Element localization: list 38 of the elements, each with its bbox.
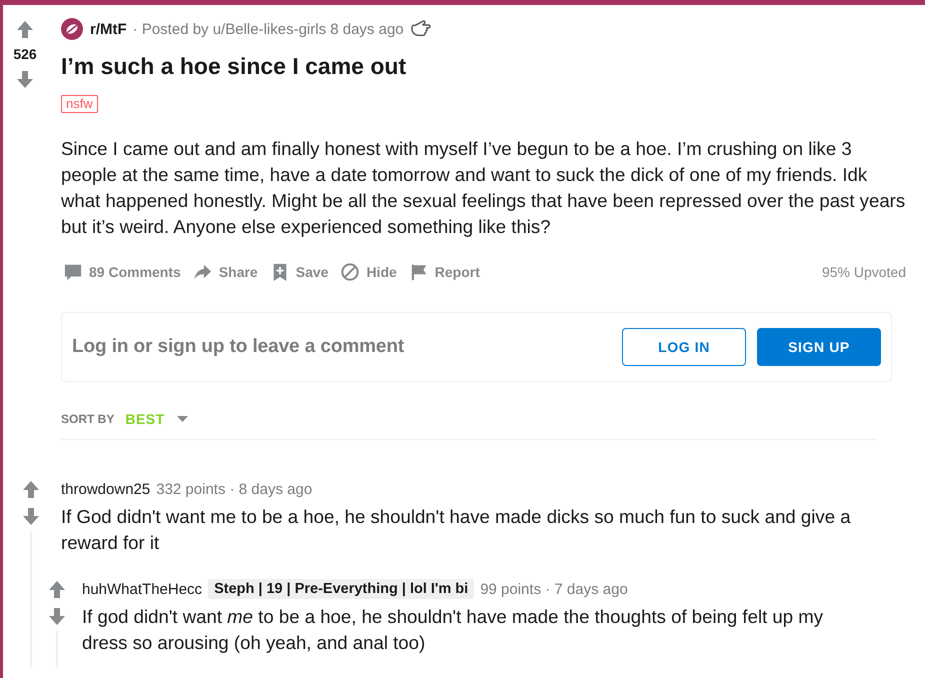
hide-icon — [341, 263, 360, 281]
flag-icon — [410, 263, 428, 281]
comment-meta: 332 points · 8 days ago — [156, 480, 312, 498]
sort-label: SORT BY — [61, 412, 114, 426]
sort-dropdown[interactable]: BEST — [125, 411, 188, 427]
sign-up-button[interactable]: SIGN UP — [757, 328, 881, 366]
post-byline: · Posted by u/Belle-likes-girls 8 days ago — [132, 20, 404, 38]
comment-text: If god didn't want me to be a hoe, he shouldn't have made the thoughts of being felt up my dress so arousing (oh yeah, and anal too) — [81, 605, 824, 655]
upvote-ratio: 95% Upvoted — [822, 264, 906, 280]
downvote-icon[interactable] — [17, 71, 33, 88]
report-button[interactable]: Report — [406, 259, 483, 285]
upvote-icon[interactable] — [49, 581, 65, 598]
subreddit-link[interactable]: r/MtF — [90, 20, 127, 38]
share-icon — [194, 263, 212, 281]
post-title: I’m such a hoe since I came out — [61, 52, 408, 81]
nsfw-tag: nsfw — [61, 95, 98, 113]
log-in-button[interactable]: LOG IN — [622, 328, 746, 366]
caret-icon — [176, 416, 188, 422]
vote-score: 526 — [13, 47, 37, 62]
bookmark-plus-icon — [270, 263, 289, 281]
comment-author[interactable]: huhWhatTheHecc — [82, 580, 202, 598]
post-body: Since I came out and am finally honest with myself I’ve begun to be a hoe. I’m crushing on like 3 people at the same time, have a date tomorrow and want to suck the dick of one of my friends. Idk what happened honestly. Might be all the sexual feelings that have been repressed over the past years but it’s weird. Anyone else experienced something like this? — [61, 137, 906, 239]
save-button[interactable]: Save — [268, 259, 332, 285]
downvote-icon[interactable] — [23, 508, 39, 525]
comments-button[interactable]: 89 Comments — [61, 259, 184, 285]
hide-button[interactable]: Hide — [338, 259, 400, 285]
upvote-icon[interactable] — [17, 21, 33, 38]
comment-text: If God didn't want me to be a hoe, he shouldn't have made dicks so much fun to suck and give a reward for it — [60, 505, 852, 555]
pointing-hand-icon — [410, 19, 432, 39]
community-icon[interactable] — [61, 18, 83, 40]
upvote-icon[interactable] — [23, 481, 39, 498]
comment-meta: 99 points · 7 days ago — [480, 580, 628, 598]
downvote-icon[interactable] — [49, 608, 65, 625]
speech-bubble-icon — [64, 263, 82, 281]
share-button[interactable]: Share — [190, 259, 261, 285]
comment-author[interactable]: throwdown25 — [61, 480, 150, 498]
user-flair: Steph | 19 | Pre-Everything | lol I'm bi — [208, 579, 474, 599]
comment-prompt-text: Log in or sign up to leave a comment — [72, 336, 404, 358]
